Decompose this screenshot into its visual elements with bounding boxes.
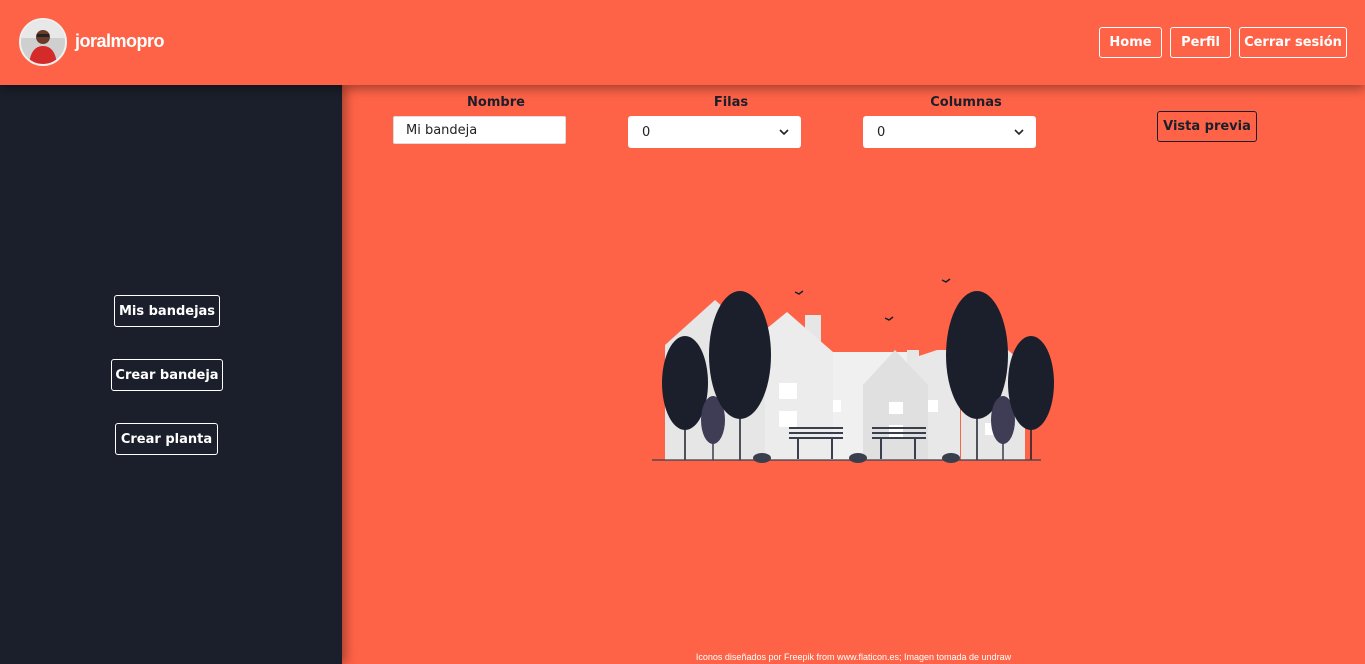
credits-footer: Iconos diseñados por Freepik from www.fl… — [695, 652, 1012, 662]
avatar-photo — [21, 20, 65, 64]
avatar[interactable] — [19, 18, 67, 66]
home-button[interactable]: Home — [1099, 27, 1162, 58]
sidebar-item-mis-bandejas[interactable]: Mis bandejas — [114, 295, 220, 327]
chevron-down-icon — [779, 129, 789, 136]
columnas-label: Columnas — [930, 95, 1002, 110]
filas-select-value: 0 — [642, 124, 651, 140]
filas-select[interactable]: 0 — [628, 116, 801, 148]
columnas-select-value: 0 — [877, 124, 886, 140]
logout-button[interactable]: Cerrar sesión — [1239, 27, 1347, 58]
top-bar: joralmopro Home Perfil Cerrar sesión — [0, 0, 1365, 85]
nombre-label: Nombre — [467, 95, 525, 110]
filas-label: Filas — [713, 95, 749, 110]
neighborhood-illustration — [652, 278, 1054, 463]
profile-button[interactable]: Perfil — [1170, 27, 1231, 58]
sidebar-item-crear-planta[interactable]: Crear planta — [115, 423, 218, 455]
chevron-down-icon — [1014, 129, 1024, 136]
columnas-select[interactable]: 0 — [863, 116, 1036, 148]
nombre-input[interactable]: Mi bandeja — [393, 116, 566, 144]
sidebar-item-crear-bandeja[interactable]: Crear bandeja — [111, 359, 223, 391]
sidebar: Mis bandejas Crear bandeja Crear planta — [0, 85, 342, 664]
username[interactable]: joralmopro — [75, 31, 165, 52]
preview-button[interactable]: Vista previa — [1157, 111, 1257, 142]
